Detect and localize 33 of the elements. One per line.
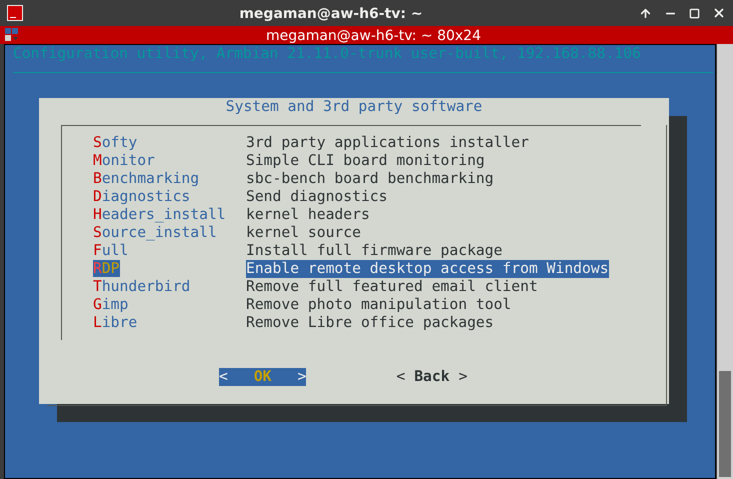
item-description: kernel source [246,224,361,242]
tab-title[interactable]: megaman@aw-h6-tv: ~ 80x24 [266,28,481,44]
menu-item[interactable]: Full [93,242,128,259]
menu-item[interactable]: Thunderbird [93,278,190,295]
terminal-icon [7,5,23,21]
item-description: 3rd party applications installer [246,134,529,152]
menu-item[interactable]: Diagnostics [93,188,190,205]
dialog-title: System and 3rd party software [226,98,482,115]
menu-item[interactable]: Benchmarking [93,170,200,187]
window-title: megaman@aw-h6-tv: ~ [239,6,423,22]
item-description: Remove full featured email client [246,278,538,296]
menu-item[interactable]: Libre [93,314,138,331]
menu-item[interactable]: Source_install [93,224,217,241]
item-description: Send diagnostics [246,188,388,206]
dialog-button[interactable]: < OK > [219,368,306,386]
item-description: Remove photo manipulation tool [246,296,512,314]
item-description: Remove Libre office packages [246,314,494,332]
item-description: Simple CLI board monitoring [246,152,485,170]
keep-above-icon[interactable] [639,6,652,20]
menu-item[interactable]: Gimp [93,296,128,313]
maximize-icon[interactable] [689,8,700,18]
dialog-button[interactable]: < Back > [396,368,468,386]
menu-item[interactable]: Softy [93,134,138,151]
menu-item[interactable]: RDP [93,260,120,277]
scrollbar-thumb[interactable] [719,371,731,477]
item-description: Enable remote desktop access from Windows [246,260,609,278]
menu-item[interactable]: Headers_install [93,206,226,223]
tab-menu-icon[interactable] [5,28,19,42]
item-description: Install full firmware package [246,242,502,260]
menu-item[interactable]: Monitor [93,152,155,169]
item-description: kernel headers [246,206,370,224]
close-icon[interactable] [712,6,726,20]
item-description: sbc-bench board benchmarking [246,170,494,188]
